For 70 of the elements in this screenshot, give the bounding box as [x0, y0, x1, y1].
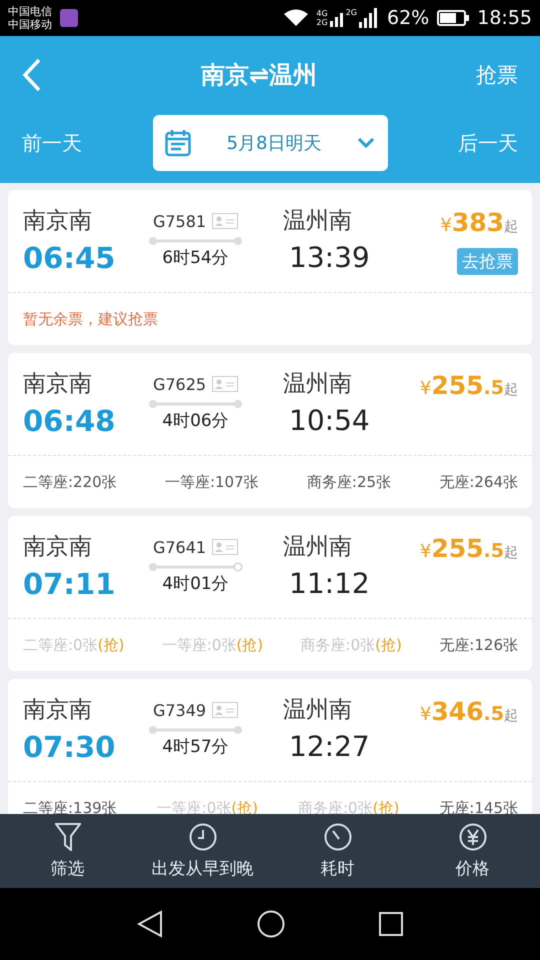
ticket-price: ¥383起	[440, 207, 518, 239]
route-title: 南京⇌温州	[200, 60, 318, 91]
carrier-name: 中国移动	[8, 18, 52, 31]
departure-station: 南京南	[23, 696, 93, 725]
id-card-icon	[212, 539, 238, 555]
calendar-icon	[164, 129, 190, 157]
network-type: 2G	[346, 8, 357, 17]
network-type: 4G	[316, 9, 328, 18]
wifi-icon	[284, 9, 308, 27]
train-number: G7625	[152, 374, 206, 394]
id-card-icon	[212, 702, 238, 718]
departure-station: 南京南	[23, 533, 93, 562]
clock-time: 18:55	[477, 7, 532, 29]
sold-out-notice: 暂无余票，建议抢票	[23, 310, 158, 328]
yen-icon	[458, 822, 486, 850]
ticket-price: ¥346.5起	[420, 696, 518, 728]
signal-icon	[359, 8, 379, 28]
battery-percent: 62%	[387, 7, 430, 29]
network-type: 2G	[316, 18, 328, 27]
travel-duration: 4时06分	[162, 410, 229, 432]
arrival-time: 13:39	[288, 240, 371, 276]
arrival-station: 温州南	[283, 207, 353, 236]
clock-icon	[188, 822, 216, 850]
seat-availability: 无座:264张	[439, 472, 518, 492]
back-icon[interactable]	[137, 910, 163, 938]
seat-availability: 二等座:0张(抢)	[23, 636, 124, 654]
train-number: G7349	[152, 700, 206, 720]
id-card-icon	[212, 213, 238, 229]
arrival-time: 10:54	[288, 403, 371, 439]
filter-icon	[54, 822, 80, 850]
sort-tab[interactable]: 价格	[405, 814, 540, 888]
id-card-icon	[212, 376, 238, 392]
stopwatch-icon	[324, 822, 352, 850]
departure-time: 07:30	[23, 729, 116, 766]
seat-availability: 商务座:0张(抢)	[300, 636, 402, 654]
departure-time: 07:11	[23, 566, 116, 603]
arrival-time: 12:27	[288, 729, 371, 765]
train-number: G7641	[152, 538, 206, 556]
travel-duration: 6时54分	[162, 247, 229, 269]
recent-apps-icon[interactable]	[379, 912, 403, 936]
seat-availability: 二等座:220张	[23, 472, 117, 492]
travel-duration: 4时57分	[162, 736, 229, 758]
seat-availability: 一等座:107张	[164, 472, 259, 492]
chevron-down-icon	[358, 138, 374, 148]
arrival-station: 温州南	[283, 533, 353, 562]
arrival-time: 11:12	[288, 566, 371, 602]
battery-icon	[437, 10, 470, 26]
train-number: G7581	[152, 212, 206, 230]
train-card[interactable]: 南京南 07:11 G7641 4时01分 温州南 11:12 ¥255.5起 二等座:0张(抢) 一等座:0张(抢) 商务座:0张(抢) 无座:126张	[8, 516, 532, 671]
departure-time: 06:48	[23, 403, 116, 440]
date-picker[interactable]: 5月8日明天	[152, 115, 388, 171]
app-notification-icon	[60, 9, 78, 27]
seat-availability: 无座:126张	[439, 636, 518, 654]
sort-tab[interactable]: 出发从早到晚	[135, 814, 270, 888]
arrival-station: 温州南	[283, 696, 353, 725]
departure-station: 南京南	[23, 370, 93, 399]
seat-availability: 一等座:0张(抢)	[162, 636, 264, 654]
seat-availability: 商务座:25张	[306, 472, 392, 492]
departure-station: 南京南	[23, 207, 93, 236]
departure-time: 06:45	[23, 240, 116, 277]
sort-tab[interactable]: 耗时	[270, 814, 405, 888]
carrier-name: 中国电信	[8, 5, 52, 18]
ticket-price: ¥255.5起	[420, 370, 518, 402]
train-card[interactable]: 南京南 06:48 G7625 4时06分 温州南 10:54 ¥255.5起 二等座:220张 一等座:107张 商务座:25张 无座:264张	[8, 353, 532, 508]
sort-tab[interactable]: 筛选	[0, 814, 135, 888]
travel-duration: 4时01分	[162, 573, 229, 595]
arrival-station: 温州南	[283, 370, 353, 399]
home-icon[interactable]	[257, 910, 285, 938]
train-card[interactable]: 南京南 06:45 G7581 6时54分 温州南 13:39 ¥383起 去抢票 暂无余票，建议抢票	[8, 190, 532, 345]
ticket-price: ¥255.5起	[420, 533, 518, 565]
